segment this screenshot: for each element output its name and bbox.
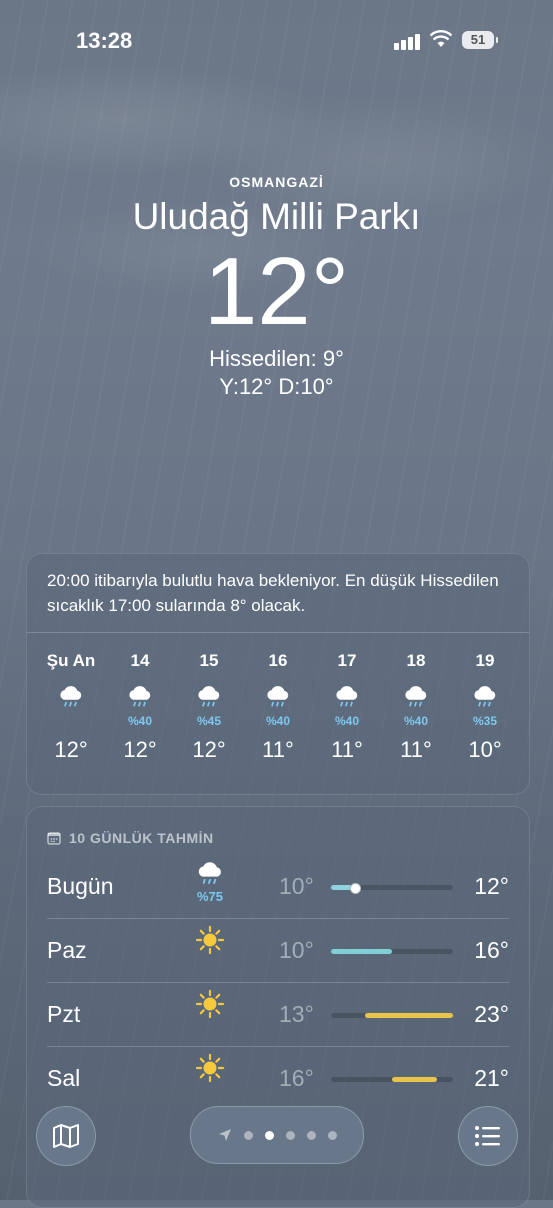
temperature-range-bar [331, 1013, 453, 1018]
wifi-icon [430, 30, 452, 47]
hour-item: 14 %40 12° [108, 651, 172, 763]
hour-item: 19 %35 10° [453, 651, 517, 763]
hour-temperature: 12° [123, 737, 157, 762]
temperature-range-bar [331, 1077, 453, 1082]
status-bar: 13:28 51 [0, 0, 553, 80]
temperature-range-fill [365, 1013, 453, 1018]
daily-forecast-title: 10 GÜNLÜK TAHMİN [69, 830, 214, 846]
temperature-range-bar [331, 883, 453, 894]
temperature-range-fill [331, 885, 352, 890]
high-temperature: 23° [474, 1001, 509, 1027]
high-low: Y:12° D:10° [219, 374, 334, 399]
hour-item: 18 %40 11° [384, 651, 448, 763]
daily-row[interactable]: Bugün %75 10° 12° [47, 855, 509, 918]
hour-temperature: 12° [54, 737, 88, 762]
cloud-rain-icon [470, 685, 500, 716]
cloud-rain-icon [194, 685, 224, 716]
cloud-rain-icon [125, 685, 155, 716]
battery-icon: 51 [462, 31, 498, 49]
cloud-rain-icon [263, 685, 293, 716]
precipitation-chance: %40 [127, 713, 153, 728]
daily-forecast-header: 10 GÜNLÜK TAHMİN [27, 807, 529, 855]
list-icon [475, 1126, 500, 1146]
sun-icon [195, 1053, 225, 1087]
daily-row[interactable]: Pzt 13° 23° [47, 982, 509, 1046]
map-icon [53, 1124, 79, 1148]
hourly-forecast-card[interactable]: 20:00 itibarıyla bulutlu hava bekleniyor… [26, 553, 530, 795]
page-dot[interactable] [327, 1130, 337, 1140]
page-dot[interactable] [285, 1130, 295, 1140]
sun-icon [195, 989, 225, 1023]
hour-item: 15 %45 12° [177, 651, 241, 763]
cellular-signal-icon [394, 32, 420, 50]
daily-row[interactable]: Paz 10° 16° [47, 918, 509, 982]
precipitation-chance: %35 [472, 713, 498, 728]
district-label: OSMANGAZİ [229, 174, 324, 190]
low-temperature: 10° [279, 937, 314, 963]
precipitation-chance: %40 [403, 713, 429, 728]
temperature-range-fill [331, 949, 392, 954]
hour-temperature: 11° [400, 737, 432, 762]
hour-label: 14 [130, 651, 150, 670]
daily-row[interactable]: Sal 16° 21° [47, 1046, 509, 1110]
current-weather-header: OSMANGAZİ Uludağ Milli Parkı 12° Hissedi… [0, 174, 553, 400]
page-indicator[interactable] [190, 1106, 364, 1164]
calendar-icon [47, 832, 61, 845]
cloud-rain-icon [401, 685, 431, 716]
cloud-rain-icon [332, 685, 362, 716]
low-temperature: 13° [279, 1001, 314, 1027]
day-label: Bugün [47, 873, 114, 899]
feels-like: Hissedilen: 9° [209, 346, 344, 371]
hourly-summary: 20:00 itibarıyla bulutlu hava bekleniyor… [27, 554, 529, 633]
page-dot[interactable] [243, 1130, 253, 1140]
page-dot[interactable] [306, 1130, 316, 1140]
current-temperature: 12° [203, 238, 350, 345]
temperature-range-fill [392, 1077, 438, 1082]
clock: 13:28 [76, 28, 133, 53]
hour-label: Şu An [46, 651, 96, 670]
hour-label: 15 [199, 651, 219, 670]
hour-label: 16 [268, 651, 288, 670]
precipitation-chance: %40 [334, 713, 360, 728]
cloud-rain-icon [56, 685, 86, 716]
hour-temperature: 11° [262, 737, 294, 762]
hour-temperature: 12° [192, 737, 226, 762]
high-temperature: 21° [474, 1065, 509, 1091]
high-temperature: 16° [474, 937, 509, 963]
precipitation-chance: %40 [265, 713, 291, 728]
precipitation-chance: %45 [196, 713, 222, 728]
low-temperature: 16° [279, 1065, 314, 1091]
temperature-range-bar [331, 949, 453, 954]
location-list-button[interactable] [458, 1106, 518, 1166]
hour-item: Şu An 12° [39, 651, 103, 763]
hour-item: 17 %40 11° [315, 651, 379, 763]
high-temperature: 12° [474, 873, 509, 899]
low-temperature: 10° [279, 873, 314, 899]
day-label: Sal [47, 1065, 81, 1091]
precipitation-chance: %75 [196, 889, 224, 905]
hourly-list[interactable]: Şu An 12° 14 %40 12° 15 %45 12° 16 %40 1… [27, 633, 529, 763]
location-title: Uludağ Milli Parkı [132, 196, 421, 237]
sun-icon [195, 925, 225, 959]
map-button[interactable] [36, 1106, 96, 1166]
hour-label: 17 [337, 651, 357, 670]
hour-temperature: 11° [331, 737, 363, 762]
daily-list: Bugün %75 10° 12° Paz 10° 16° Pzt 13° 23… [27, 855, 529, 1110]
current-temp-dot [349, 883, 361, 894]
hour-label: 18 [406, 651, 426, 670]
location-arrow-icon [218, 1129, 231, 1141]
page-dot-active[interactable] [264, 1130, 274, 1140]
hour-label: 19 [475, 651, 495, 670]
day-label: Paz [47, 937, 87, 963]
hour-item: 16 %40 11° [246, 651, 310, 763]
hour-temperature: 10° [468, 737, 502, 762]
day-label: Pzt [47, 1001, 81, 1027]
